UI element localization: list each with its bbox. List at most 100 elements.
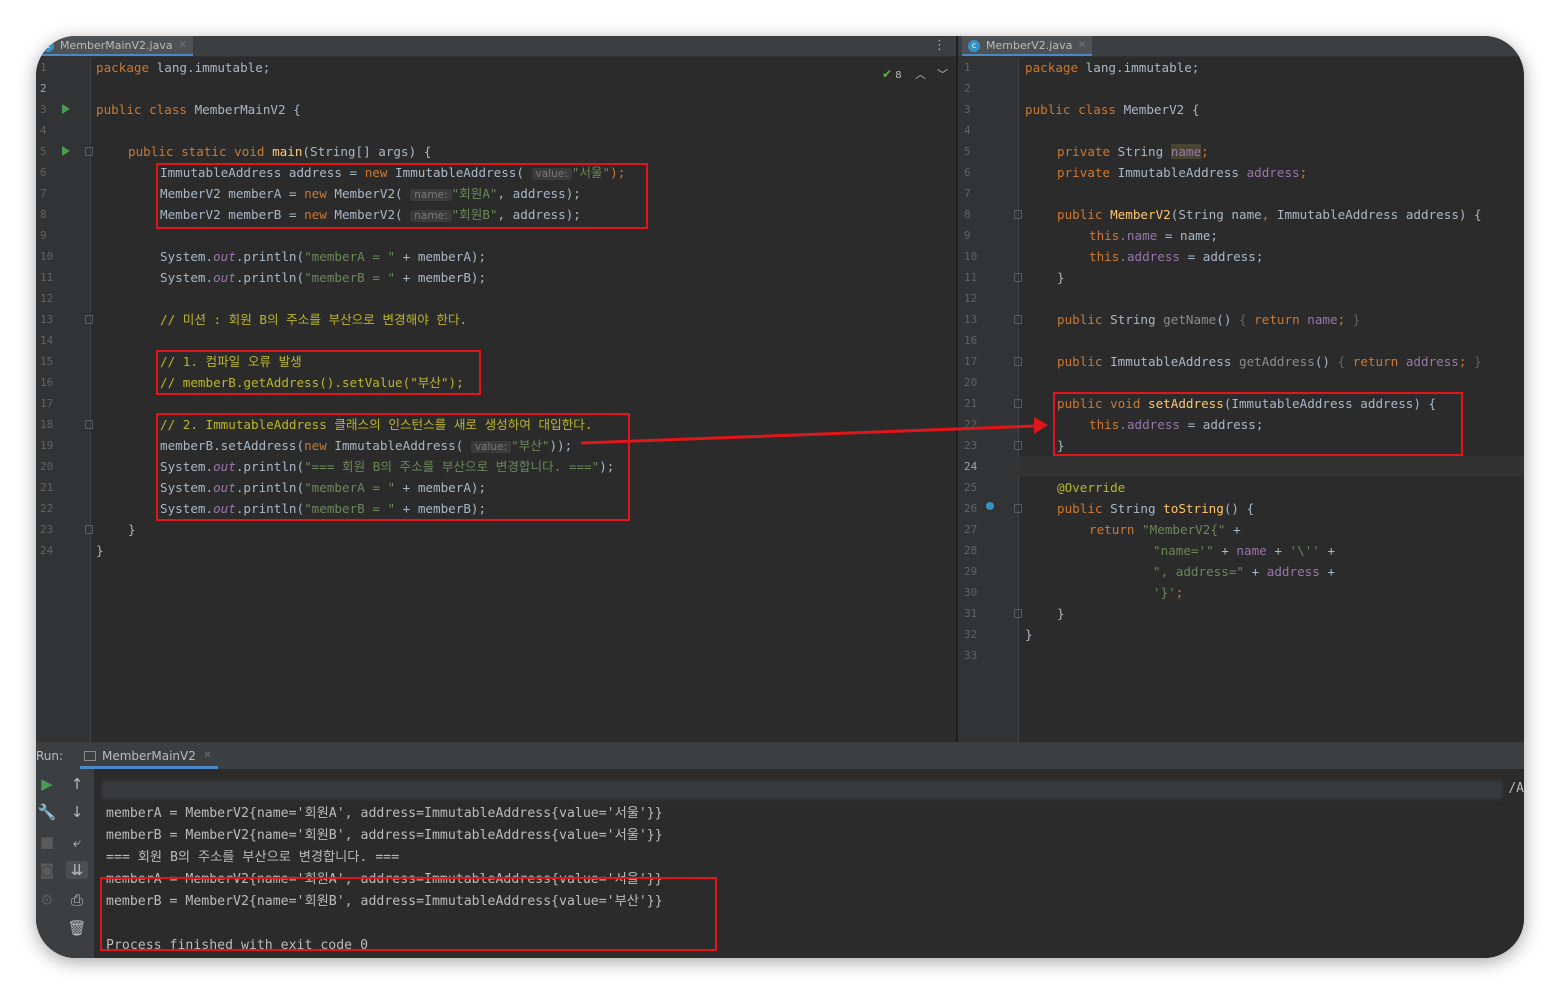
- console-output-line: memberB = MemberV2{name='회원B', address=I…: [106, 828, 663, 843]
- fold-icon[interactable]: [85, 315, 93, 324]
- code-line-5: public static void main(String[] args) {: [128, 144, 432, 159]
- close-icon[interactable]: ✕: [203, 743, 211, 769]
- fold-icon[interactable]: [85, 525, 93, 534]
- line-number: 20: [964, 376, 978, 389]
- run-toolbar: ▶ ↑ 🔧 ↓ ■ ⤶ ◙ ⇊ ⚙ ⎙ 🗑: [36, 769, 94, 958]
- annotation-box-output: [100, 877, 717, 951]
- line-number: 12: [40, 292, 54, 305]
- line-number: 22: [40, 502, 54, 515]
- annotation-box-reassign: [156, 413, 630, 521]
- line-number: 2: [40, 82, 47, 95]
- stop-icon[interactable]: ■: [36, 833, 58, 851]
- run-panel: Run: MemberMainV2 ✕ ▶ ↑ 🔧 ↓ ■ ⤶ ◙ ⇊ ⚙ ⎙ …: [36, 742, 1524, 958]
- fold-icon[interactable]: [85, 420, 93, 429]
- r-code-line-32: }: [1025, 627, 1033, 642]
- run-tab-label: MemberMainV2: [102, 749, 196, 763]
- run-label: Run:: [36, 749, 64, 763]
- fold-icon[interactable]: [85, 147, 93, 156]
- r-code-line-13: public String getName() { return name; }: [1057, 312, 1361, 327]
- run-class-icon[interactable]: [62, 104, 70, 114]
- line-number: 10: [964, 250, 978, 263]
- left-editor[interactable]: c MemberMainV2.java ✕ ⋮ ✔ 8 ︿ ﹀ 12345678…: [36, 36, 956, 742]
- gear-icon[interactable]: ⚙: [36, 891, 58, 909]
- code-line-23: }: [128, 522, 136, 537]
- code-line-1: package lang.immutable;: [96, 60, 271, 75]
- run-tab[interactable]: MemberMainV2 ✕: [80, 743, 218, 769]
- line-number: 33: [964, 649, 978, 662]
- ide-window: c MemberMainV2.java ✕ ⋮ ✔ 8 ︿ ﹀ 12345678…: [36, 36, 1524, 958]
- right-tab-bar: c MemberV2.java ✕: [958, 36, 1524, 57]
- line-number: 13: [40, 313, 54, 326]
- line-number: 17: [964, 355, 978, 368]
- line-number: 16: [40, 376, 54, 389]
- line-number: 30: [964, 586, 978, 599]
- right-editor[interactable]: c MemberV2.java ✕ 1 2 3 4 5 6 7 8 9 10 11 12 13 16 17 2…: [958, 36, 1524, 742]
- line-number: 11: [964, 271, 978, 284]
- annotation-box-setter: [1053, 392, 1463, 456]
- camera-icon[interactable]: ◙: [36, 861, 58, 879]
- close-icon[interactable]: ✕: [1078, 36, 1086, 56]
- tab-member-v2[interactable]: c MemberV2.java ✕: [962, 36, 1093, 56]
- check-icon: ✔: [882, 67, 893, 81]
- line-number: 16: [964, 334, 978, 347]
- r-code-line-17: public ImmutableAddress getAddress() { r…: [1057, 354, 1482, 369]
- run-main-icon[interactable]: [62, 146, 70, 156]
- console-output-line: memberA = MemberV2{name='회원A', address=I…: [106, 806, 663, 821]
- line-number: 6: [40, 166, 47, 179]
- line-number: 27: [964, 523, 978, 536]
- console-icon: [84, 751, 96, 761]
- r-code-line-26: public String toString() {: [1057, 501, 1255, 516]
- line-number: 9: [964, 229, 971, 242]
- line-number: 10: [40, 250, 54, 263]
- fold-icon[interactable]: [1014, 441, 1022, 450]
- line-number: 22: [964, 418, 978, 431]
- line-number: 32: [964, 628, 978, 641]
- line-number: 24: [964, 460, 978, 473]
- fold-icon[interactable]: [1014, 210, 1022, 219]
- line-number: 26: [964, 502, 978, 515]
- line-number: 5: [40, 145, 47, 158]
- fold-icon[interactable]: [1014, 273, 1022, 282]
- line-number: 7: [964, 187, 971, 200]
- code-line-13-comment: // 미션 : 회원 B의 주소를 부산으로 변경해야 한다.: [160, 312, 468, 327]
- line-number: 21: [40, 481, 54, 494]
- fold-icon[interactable]: [1014, 504, 1022, 513]
- line-number: 23: [964, 439, 978, 452]
- code-line-10: System.out.println("memberA = " + member…: [160, 249, 487, 264]
- line-number: 8: [40, 208, 47, 221]
- left-tab-bar: c MemberMainV2.java ✕ ⋮: [36, 36, 956, 57]
- command-line-blurred: [102, 781, 1502, 799]
- r-code-line-28: "name='" + name + '\'' +: [1153, 543, 1336, 558]
- line-number: 14: [40, 334, 54, 347]
- annotation-box-creation: [156, 163, 648, 229]
- soft-wrap-icon[interactable]: ⤶: [66, 833, 88, 851]
- print-icon[interactable]: ⎙: [66, 891, 88, 909]
- wrench-icon[interactable]: 🔧: [36, 803, 58, 821]
- r-code-line-25: @Override: [1057, 480, 1126, 495]
- fold-icon[interactable]: [1014, 357, 1022, 366]
- tab-label: MemberMainV2.java: [60, 39, 173, 52]
- tab-member-main-v2[interactable]: c MemberMainV2.java ✕: [36, 36, 193, 56]
- override-marker-icon[interactable]: [986, 502, 994, 510]
- close-icon[interactable]: ✕: [178, 36, 186, 56]
- line-number: 9: [40, 229, 47, 242]
- line-number: 2: [964, 82, 971, 95]
- fold-icon[interactable]: [1014, 609, 1022, 618]
- scroll-to-end-icon[interactable]: ⇊: [66, 861, 88, 879]
- fold-icon[interactable]: [1014, 399, 1022, 408]
- chevron-up-icon[interactable]: ︿: [915, 68, 926, 81]
- line-number: 18: [40, 418, 54, 431]
- vertical-ellipsis-icon[interactable]: ⋮: [933, 36, 946, 56]
- trash-icon[interactable]: 🗑: [66, 919, 88, 937]
- line-number: 23: [40, 523, 54, 536]
- run-icon[interactable]: ▶: [36, 775, 58, 793]
- line-number: 1: [40, 61, 47, 74]
- r-code-line-6: private ImmutableAddress address;: [1057, 165, 1308, 180]
- fold-icon[interactable]: [1014, 315, 1022, 324]
- up-arrow-icon[interactable]: ↑: [66, 775, 88, 793]
- inspection-widget[interactable]: ✔ 8 ︿ ﹀: [882, 66, 948, 82]
- down-arrow-icon[interactable]: ↓: [66, 803, 88, 821]
- line-number: 31: [964, 607, 978, 620]
- chevron-down-icon[interactable]: ﹀: [937, 68, 948, 81]
- code-line-24: }: [96, 543, 104, 558]
